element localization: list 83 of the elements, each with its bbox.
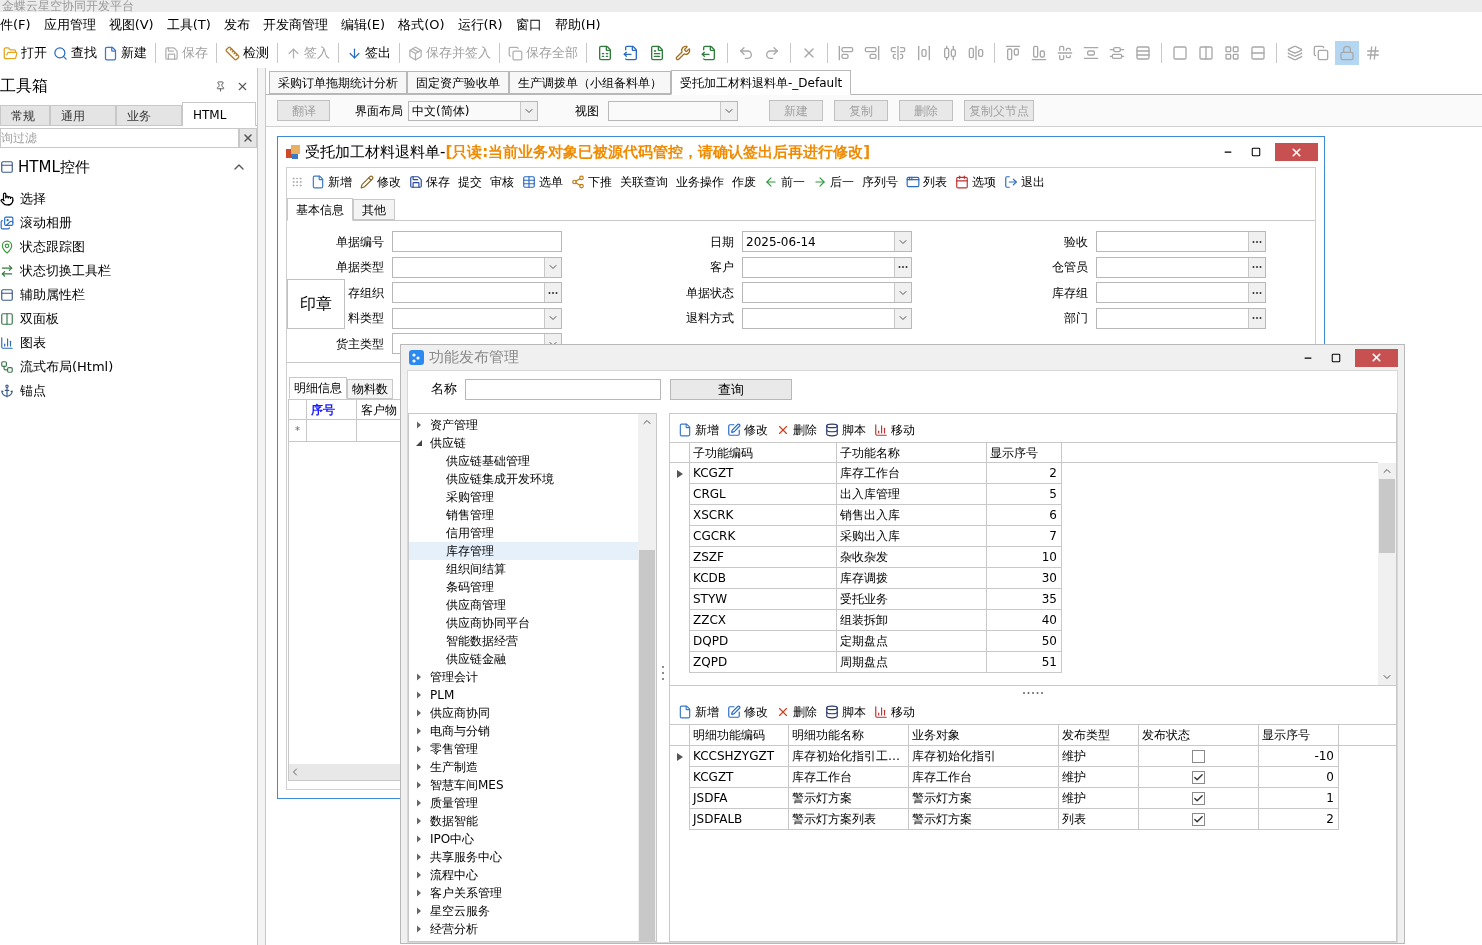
field-label: 单据状态: [686, 284, 734, 302]
table-cell: 周期盘点: [837, 652, 987, 673]
table-cell: 警示灯方案: [909, 788, 1059, 809]
table-cell: 定期盘点: [837, 631, 987, 652]
table-cell: 销售出入库: [837, 505, 987, 526]
table-cell: STYW: [690, 589, 837, 610]
table-cell: KCGZT: [690, 767, 789, 788]
table-cell: 库存工作台: [789, 767, 909, 788]
table-cell: 5: [987, 484, 1062, 505]
table-cell: JSDFA: [690, 788, 789, 809]
table-cell: KCGZT: [690, 463, 837, 484]
table-cell: 库存初始化指引: [909, 746, 1059, 767]
table-cell: 30: [987, 568, 1062, 589]
table-cell: 杂收杂发: [837, 547, 987, 568]
field-label: 库存组: [1052, 284, 1088, 302]
field-label: 单据类型: [336, 259, 384, 277]
column-header: 明细功能编码: [690, 725, 789, 745]
table-cell: 1: [1259, 788, 1339, 809]
column-header: 发布类型: [1059, 725, 1139, 745]
stamp-box: 印章: [287, 279, 345, 329]
table-cell: ZZCX: [690, 610, 837, 631]
table-cell: 库存初始化指引工…: [789, 746, 909, 767]
column-header: 发布状态: [1139, 725, 1259, 745]
table-cell: CGCRK: [690, 526, 837, 547]
window-title: 受托加工材料退料单-: [305, 141, 446, 163]
table-cell: 组装拆卸: [837, 610, 987, 631]
table-cell: 出入库管理: [837, 484, 987, 505]
table-cell: JSDFALB: [690, 809, 789, 830]
table-cell: 维护: [1059, 788, 1139, 809]
field-label: 货主类型: [336, 335, 384, 353]
table-cell: ZSZF: [690, 547, 837, 568]
table-cell: 受托业务: [837, 589, 987, 610]
field-label: 视图: [575, 102, 599, 120]
table-cell: ZQPD: [690, 652, 837, 673]
column-header: 显示序号: [987, 443, 1062, 462]
table-cell: 列表: [1059, 809, 1139, 830]
table-cell: 50: [987, 631, 1062, 652]
table-cell: 0: [1259, 767, 1339, 788]
field-label: 仓管员: [1052, 259, 1088, 277]
table-cell: 警示灯方案: [909, 809, 1059, 830]
table-cell: XSCRK: [690, 505, 837, 526]
column-header: 业务对象: [909, 725, 1059, 745]
section-title: HTML控件: [18, 156, 91, 178]
table-cell: 40: [987, 610, 1062, 631]
field-label: 界面布局: [355, 102, 403, 120]
field-label: 验收: [1064, 233, 1088, 251]
table-cell: 警示灯方案列表: [789, 809, 909, 830]
column-header: 子功能名称: [837, 443, 987, 462]
table-cell: -10: [1259, 746, 1339, 767]
window-title: 金蝶云星空协同开发平台: [1, 0, 134, 12]
table-cell: DQPD: [690, 631, 837, 652]
panel-title: 工具箱: [0, 75, 49, 97]
column-header: 明细功能名称: [789, 725, 909, 745]
column-header: 显示序号: [1259, 725, 1339, 745]
table-cell: CRGL: [690, 484, 837, 505]
field-label: 存组织: [348, 284, 384, 302]
window-title: 功能发布管理: [429, 347, 519, 369]
table-cell: 维护: [1059, 767, 1139, 788]
field-label: 客户: [710, 259, 734, 277]
table-cell: 库存调拨: [837, 568, 987, 589]
table-cell: KCCSHZYGZT: [690, 746, 789, 767]
table-cell: 51: [987, 652, 1062, 673]
field-label: 部门: [1064, 310, 1088, 328]
field-label: 日期: [710, 233, 734, 251]
table-cell: 2: [987, 463, 1062, 484]
table-cell: 维护: [1059, 746, 1139, 767]
field-label: 料类型: [348, 310, 384, 328]
table-cell: KCDB: [690, 568, 837, 589]
table-cell: 库存工作台: [837, 463, 987, 484]
table-cell: 警示灯方案: [789, 788, 909, 809]
field-label: 单据编号: [336, 233, 384, 251]
column-header: 序号: [307, 400, 357, 419]
field-label: 退料方式: [686, 310, 734, 328]
table-cell: 10: [987, 547, 1062, 568]
table-cell: 35: [987, 589, 1062, 610]
table-cell: 采购出入库: [837, 526, 987, 547]
read-only-notice: [只读:当前业务对象已被源代码管控，请确认签出后再进行修改]: [445, 141, 871, 163]
table-cell: 2: [1259, 809, 1339, 830]
table-cell: 7: [987, 526, 1062, 547]
column-header: 子功能编码: [690, 443, 837, 462]
table-cell: 6: [987, 505, 1062, 526]
field-label: 名称: [431, 380, 457, 399]
table-cell: 库存工作台: [909, 767, 1059, 788]
